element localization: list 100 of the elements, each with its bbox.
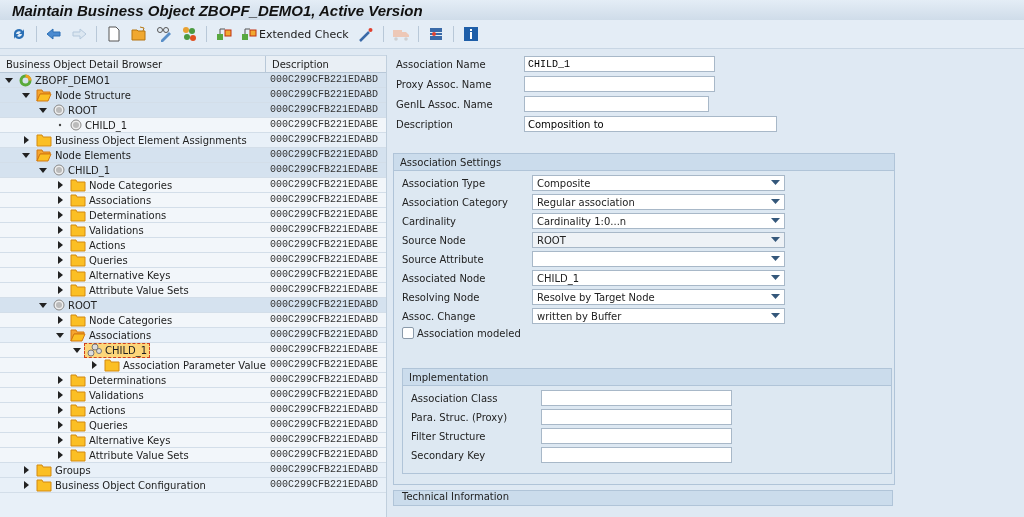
tree-item[interactable]: Associations [67,192,155,208]
expand-arrow-icon[interactable] [56,376,64,384]
input-field[interactable]: Composition to [524,116,777,132]
description-cell-text: 000C299CFB221EDABE [269,283,379,297]
expand-arrow-icon[interactable] [56,181,64,189]
dropdown-field[interactable]: Cardinality 1:0...n [532,213,785,229]
input-field[interactable] [541,390,732,406]
open-folder-icon [36,88,52,102]
expand-arrow-icon[interactable] [39,301,47,309]
input-field[interactable] [541,447,732,463]
tree-item[interactable]: Validations [67,222,147,238]
open-folder-icon [36,148,52,162]
expand-arrow-icon[interactable] [56,196,64,204]
caret-icon [771,313,780,319]
tree-item[interactable]: Association Parameter Value [101,357,269,373]
dropdown-field[interactable]: Regular association [532,194,785,210]
tree-item[interactable]: Determinations [67,372,170,388]
expand-arrow-icon[interactable] [56,256,64,264]
field-label: Source Node [402,234,467,246]
expand-arrow-icon[interactable] [39,106,47,114]
input-field[interactable]: CHILD_1 [524,56,715,72]
tree-item-label: Actions [89,404,126,416]
field-label: Source Attribute [402,253,485,265]
tree-item[interactable]: CHILD_1 [50,162,114,178]
dropdown-field[interactable]: Resolve by Target Node [532,289,785,305]
field-label: Association Class [411,392,499,404]
description-cell-text: 000C299CFB221EDABD [269,478,379,492]
description-cell-text: 000C299CFB221EDABD [269,373,379,387]
caret-icon [771,218,780,224]
expand-arrow-icon[interactable] [90,361,98,369]
expand-arrow-icon[interactable] [56,331,64,339]
field-label: Resolving Node [402,291,481,303]
input-field[interactable] [541,428,732,444]
circle-icon [53,104,65,116]
column-header[interactable]: Business Object Detail Browser [0,56,266,72]
tree-item[interactable]: Business Object Configuration [33,477,209,493]
tree-item-label: Validations [89,389,144,401]
tree-item[interactable]: Attribute Value Sets [67,447,192,463]
tree-item[interactable]: ROOT [50,297,100,313]
description-cell-text: 000C299CFB221EDABD [269,313,379,327]
expand-arrow-icon[interactable] [56,406,64,414]
tree-item-label: CHILD_1 [85,119,128,131]
tree-item[interactable]: Queries [67,252,131,268]
group-title: Technical Information [393,490,893,506]
expand-arrow-icon[interactable] [22,466,30,474]
expand-arrow-icon[interactable] [56,391,64,399]
tree-item[interactable]: Associations [67,327,155,343]
extended-check-button[interactable]: Extended Check [238,24,352,44]
field-label: Description [396,118,454,130]
tree-item[interactable]: Alternative Keys [67,432,174,448]
tree-item[interactable]: Actions [67,402,129,418]
tree-item[interactable]: Business Object Element Assignments [33,132,250,148]
expand-arrow-icon[interactable] [5,76,13,84]
expand-arrow-icon[interactable] [56,316,64,324]
back-arrow-icon [46,26,62,42]
tree-item[interactable]: Node Categories [67,177,176,193]
input-field[interactable] [524,76,715,92]
tree-item[interactable]: Node Categories [67,312,176,328]
description-cell-text: 000C299CFB221EDABD [269,73,379,87]
column-header[interactable]: Description [266,56,386,72]
tree-item[interactable]: Alternative Keys [67,267,174,283]
tree-item[interactable]: ZBOPF_DEMO1 [16,72,114,88]
checkbox[interactable] [402,327,414,339]
dropdown-field[interactable] [532,251,785,267]
tree-item[interactable]: Node Elements [33,147,134,163]
tree-item[interactable]: CHILD_1 [67,117,131,133]
expand-arrow-icon[interactable] [56,271,64,279]
tree-item-label: ROOT [68,299,97,311]
expand-arrow-icon[interactable] [22,151,30,159]
expand-arrow-icon[interactable] [56,421,64,429]
tree-item[interactable]: Validations [67,387,147,403]
caret-icon [771,256,780,262]
description-cell-text: 000C299CFB221EDABD [269,448,379,462]
tree-item[interactable]: Actions [67,237,129,253]
blank-page-icon [106,26,122,42]
expand-arrow-icon[interactable] [22,136,30,144]
tree-item[interactable]: ROOT [50,102,100,118]
tree-item-label: Groups [55,464,91,476]
description-cell-text: 000C299CFB221EDABE [269,358,379,372]
expand-arrow-icon[interactable] [56,211,64,219]
input-field[interactable] [541,409,732,425]
dropdown-field[interactable]: written by Buffer [532,308,785,324]
expand-arrow-icon[interactable] [56,436,64,444]
tree-item[interactable]: Node Structure [33,87,134,103]
dropdown-field[interactable]: CHILD_1 [532,270,785,286]
expand-arrow-icon[interactable] [22,91,30,99]
dropdown-field[interactable]: Composite [532,175,785,191]
input-field[interactable] [524,96,709,112]
expand-arrow-icon[interactable] [56,286,64,294]
tree-item[interactable]: Attribute Value Sets [67,282,192,298]
expand-arrow-icon[interactable] [56,451,64,459]
expand-arrow-icon[interactable] [39,166,47,174]
tree-item[interactable]: Determinations [67,207,170,223]
expand-arrow-icon[interactable] [56,226,64,234]
expand-arrow-icon[interactable] [22,481,30,489]
expand-arrow-icon[interactable] [56,241,64,249]
tree-item[interactable]: Queries [67,417,131,433]
description-cell-text: 000C299CFB221EDABD [269,418,379,432]
expand-arrow-icon[interactable] [73,346,81,354]
tree-item[interactable]: Groups [33,462,94,478]
